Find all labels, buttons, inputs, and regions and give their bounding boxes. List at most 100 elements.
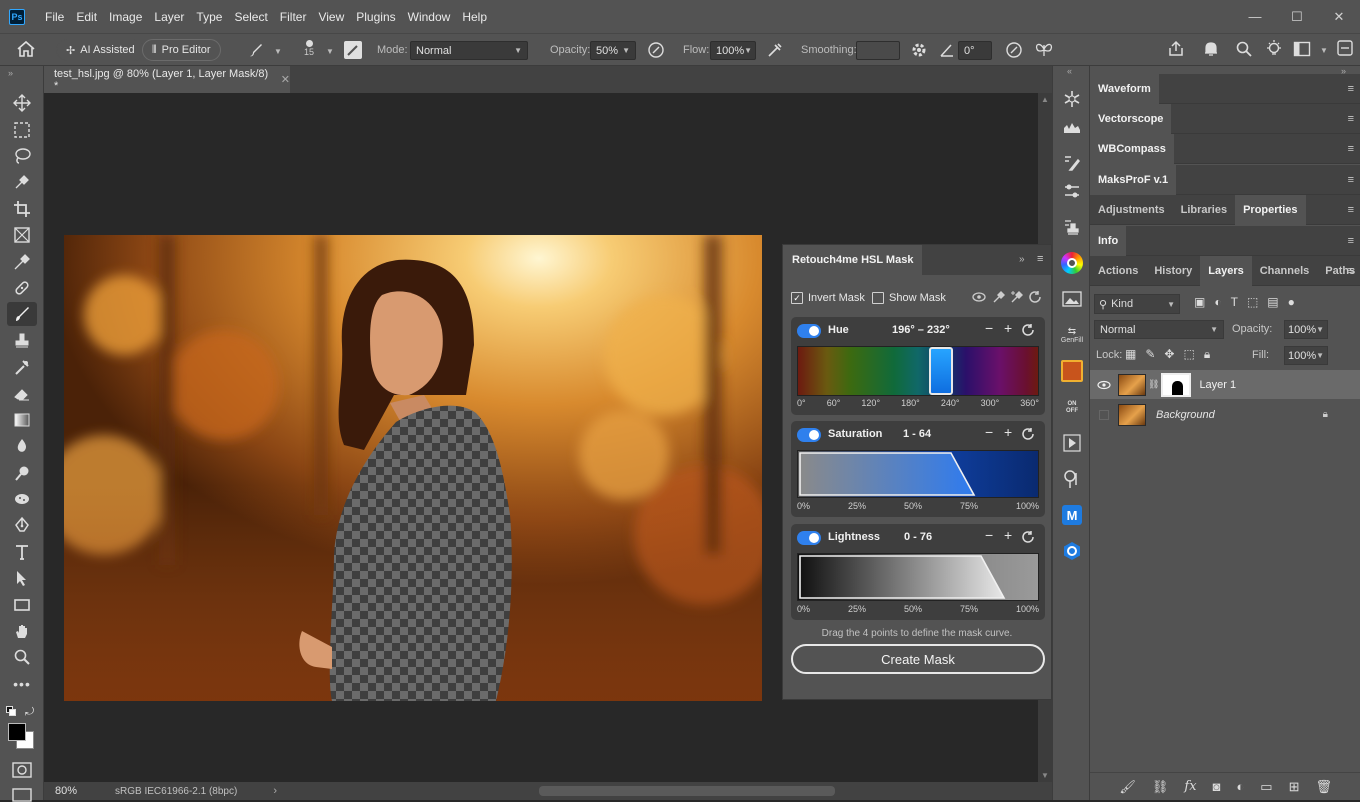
maximize-icon[interactable]: ☐ (1276, 0, 1318, 33)
visibility-toggle[interactable] (1090, 409, 1118, 420)
panel-collapse-icon[interactable]: » (1019, 254, 1025, 265)
tab-history[interactable]: History (1146, 256, 1200, 286)
filter-pixel-icon[interactable]: ▣ (1194, 295, 1205, 309)
foreground-color-swatch[interactable] (8, 723, 26, 741)
brush-settings-icon[interactable] (344, 41, 362, 59)
saturation-plus-icon[interactable]: + (1004, 424, 1012, 440)
tab-vectorscope[interactable]: Vectorscope (1090, 103, 1172, 134)
hsl-panel-tab[interactable]: Retouch4me HSL Mask (783, 245, 923, 275)
hand-tool-icon[interactable] (0, 618, 44, 644)
brush-preset-icon[interactable] (247, 41, 265, 59)
close-window-icon[interactable]: ✕ (1318, 0, 1360, 33)
link-layers-icon[interactable]: ⛓ (1152, 779, 1169, 795)
document-tab[interactable]: test_hsl.jpg @ 80% (Layer 1, Layer Mask/… (44, 66, 290, 93)
healing-brush-tool-icon[interactable] (0, 275, 44, 301)
blend-mode-select[interactable]: Normal ▼ (1094, 320, 1224, 339)
clone-stamp-tool-icon[interactable] (0, 328, 44, 354)
zoom-tool-icon[interactable] (0, 644, 44, 670)
lock-position-icon[interactable]: ✥ (1164, 347, 1174, 362)
layer-mask-thumbnail[interactable] (1161, 372, 1192, 397)
reset-all-icon[interactable] (1028, 290, 1042, 304)
lightness-minus-icon[interactable]: − (985, 527, 993, 543)
saturation-curve[interactable] (799, 452, 976, 496)
workspace-layout-icon[interactable] (1293, 41, 1311, 57)
info-menu-icon[interactable]: ≡ (1348, 235, 1354, 247)
clone-source-icon[interactable] (1053, 209, 1091, 245)
filter-shape-icon[interactable]: ⬚ (1247, 295, 1258, 309)
eraser-tool-icon[interactable] (0, 380, 44, 406)
layer-row[interactable]: Background 🔒︎ (1090, 400, 1360, 429)
default-colors-icon[interactable] (6, 706, 16, 716)
dodge-tool-icon[interactable] (0, 459, 44, 485)
lock-all-icon[interactable]: 🔒︎ (1204, 347, 1210, 362)
menu-image[interactable]: Image (109, 10, 142, 24)
lasso-tool-icon[interactable] (0, 143, 44, 169)
lightness-curve[interactable] (799, 555, 1006, 599)
lock-pixels-icon[interactable]: ✎ (1145, 347, 1155, 362)
genfill-plugin-icon[interactable]: ⇆ GenFill (1053, 317, 1091, 353)
tab-channels[interactable]: Channels (1252, 256, 1318, 286)
pen-tool-icon[interactable] (0, 512, 44, 538)
flow-input[interactable]: 100% ▼ (710, 41, 756, 60)
smoothing-settings-gear-icon[interactable] (910, 41, 928, 59)
layer-opacity-input[interactable]: 100% ▼ (1284, 320, 1328, 339)
menu-help[interactable]: Help (462, 10, 487, 24)
hex-plugin-icon[interactable] (1053, 533, 1091, 569)
saturation-minus-icon[interactable]: − (985, 424, 993, 440)
tab-adjustments[interactable]: Adjustments (1090, 195, 1173, 225)
hue-selection-handle[interactable] (928, 347, 953, 395)
horizontal-scrollbar-thumb[interactable] (539, 786, 835, 796)
sponge-tool-icon[interactable] (0, 486, 44, 512)
fx-icon[interactable]: fx (1184, 779, 1196, 794)
gradient-tool-icon[interactable] (0, 407, 44, 433)
visibility-eye-icon[interactable] (1090, 380, 1118, 390)
tab-properties[interactable]: Properties (1235, 194, 1306, 225)
status-expand-icon[interactable]: › (273, 785, 277, 797)
new-layer-icon[interactable]: ⊞ (1289, 779, 1300, 795)
wbcompass-menu-icon[interactable]: ≡ (1348, 143, 1354, 155)
pressure-opacity-icon[interactable] (647, 41, 665, 59)
properties-menu-icon[interactable]: ≡ (1348, 204, 1354, 216)
maksprof-menu-icon[interactable]: ≡ (1348, 174, 1354, 186)
menu-view[interactable]: View (318, 10, 344, 24)
search-icon[interactable] (1235, 40, 1253, 58)
group-folder-icon[interactable]: ▭ (1260, 779, 1272, 795)
discover-lightbulb-icon[interactable] (1265, 39, 1283, 59)
histogram-icon[interactable] (1053, 109, 1091, 145)
fill-input[interactable]: 100% ▼ (1284, 346, 1328, 365)
crop-tool-icon[interactable] (0, 196, 44, 222)
swap-colors-icon[interactable]: ⤾ (25, 706, 34, 719)
adjust-sliders-icon[interactable] (1053, 173, 1091, 209)
toolbar-collapse-icon[interactable]: » (0, 66, 43, 90)
show-mask-checkbox[interactable]: Show Mask (872, 292, 946, 304)
frame-tool-icon[interactable] (0, 222, 44, 248)
m-plugin-icon[interactable]: M (1053, 497, 1091, 533)
canvas-image[interactable] (64, 235, 762, 701)
adjustment-layer-icon[interactable]: ◐ (1236, 779, 1244, 794)
menu-edit[interactable]: Edit (76, 10, 97, 24)
mode-select[interactable]: Normal ▼ (410, 41, 528, 60)
eye-icon[interactable] (972, 291, 986, 303)
minimize-icon[interactable]: — (1234, 0, 1276, 33)
menu-window[interactable]: Window (408, 10, 451, 24)
tab-waveform[interactable]: Waveform (1090, 73, 1159, 104)
lightness-curve-area[interactable] (797, 553, 1039, 601)
eyedropper-tool-icon[interactable] (0, 248, 44, 274)
tab-maksprof[interactable]: MaksProF v.1 (1090, 164, 1177, 195)
brush-preset-caret-icon[interactable]: ▼ (274, 47, 282, 56)
angle-input[interactable]: 0° (958, 41, 992, 60)
tab-info[interactable]: Info (1090, 225, 1127, 256)
menu-filter[interactable]: Filter (280, 10, 307, 24)
saturation-curve-area[interactable] (797, 450, 1039, 498)
hue-plus-icon[interactable]: + (1004, 320, 1012, 336)
hue-reset-icon[interactable] (1021, 323, 1035, 337)
opacity-input[interactable]: 50% ▼ (590, 41, 636, 60)
cloud-docs-icon[interactable] (1336, 39, 1354, 57)
close-tab-icon[interactable]: ✕ (281, 73, 290, 86)
brush-size-picker[interactable]: 15 (300, 40, 318, 57)
home-icon[interactable] (16, 40, 36, 58)
object-selection-tool-icon[interactable] (0, 169, 44, 195)
panel-menu-icon[interactable]: ≡ (1037, 253, 1043, 265)
tab-layers[interactable]: Layers (1200, 255, 1252, 286)
image-panel-icon[interactable] (1053, 281, 1091, 317)
